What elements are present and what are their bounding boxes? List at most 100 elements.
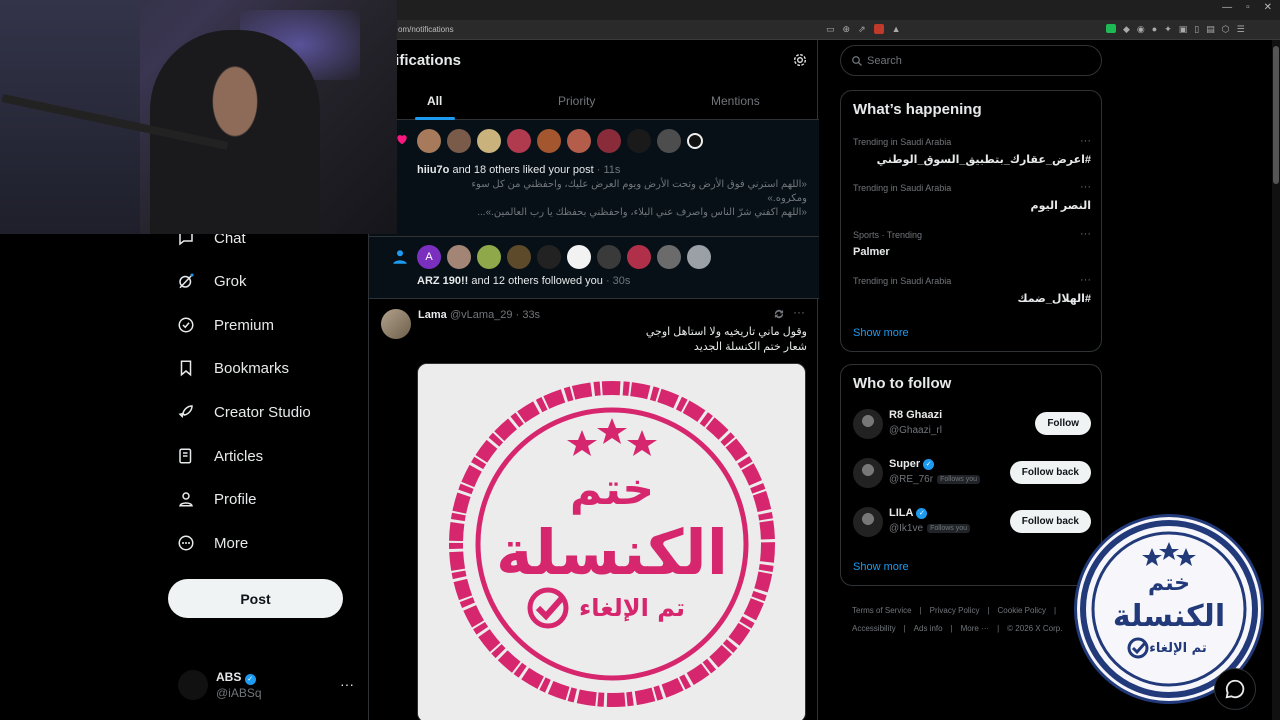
avatar[interactable] (567, 129, 591, 153)
footer-link[interactable]: More ··· (961, 624, 989, 633)
grok-explain-icon[interactable] (772, 307, 786, 321)
avatar[interactable] (627, 129, 651, 153)
search-input[interactable] (867, 53, 1087, 69)
trend-more-icon[interactable]: ··· (1080, 274, 1091, 286)
avatar[interactable] (627, 245, 651, 269)
follow-back-button[interactable]: Follow back (1009, 461, 1091, 484)
extension-box-icon[interactable]: ▣ (1179, 24, 1188, 35)
sidebar-toggle-icon[interactable]: ▯ (1194, 24, 1199, 35)
footer-link[interactable]: Accessibility (852, 624, 896, 633)
sidebar-item-premium[interactable]: Premium (176, 315, 274, 335)
messages-floating-button[interactable] (1214, 668, 1256, 710)
brave-shield-icon[interactable] (873, 24, 884, 36)
footer-link[interactable]: Ads info (914, 624, 943, 633)
cast-icon[interactable]: ▭ (826, 24, 835, 36)
sidebar-item-grok[interactable]: Grok (176, 271, 247, 291)
sidebar-item-more[interactable]: More (176, 533, 248, 553)
avatar[interactable] (853, 458, 883, 488)
trend-item[interactable]: Sports · Trending ··· Palmer (853, 228, 1091, 270)
scrollbar-thumb[interactable] (1273, 46, 1279, 184)
follow-show-more-link[interactable]: Show more (853, 561, 909, 573)
maximize-button[interactable]: ▫ (1246, 2, 1250, 13)
sidebar-item-bookmarks[interactable]: Bookmarks (176, 358, 289, 378)
footer-separator: | (950, 624, 953, 633)
avatar[interactable] (447, 129, 471, 153)
post-button[interactable]: Post (168, 579, 343, 618)
footer-link[interactable]: Cookie Policy (998, 606, 1046, 615)
bookmark-icon (176, 358, 196, 378)
avatar[interactable]: A (417, 245, 441, 269)
sidebar-item-articles[interactable]: Articles (176, 446, 263, 466)
tweet-time[interactable]: · 33s (513, 309, 540, 321)
avatar[interactable] (507, 129, 531, 153)
extension-diamond-icon[interactable]: ◆ (1123, 24, 1130, 35)
like-notification[interactable]: hiiu7o and 18 others liked your post · 1… (369, 120, 819, 237)
liker-name[interactable]: hiiu7o (417, 164, 449, 176)
extension-wave-icon[interactable]: ◉ (1137, 24, 1145, 35)
sidebar-item-profile[interactable]: Profile (176, 489, 257, 509)
vpn-icon[interactable]: ⬡ (1222, 24, 1230, 35)
trend-more-icon[interactable]: ··· (1080, 135, 1091, 147)
avatar[interactable] (537, 129, 561, 153)
avatar[interactable] (477, 245, 501, 269)
tweet-more-icon[interactable]: ··· (793, 305, 805, 319)
tab-priority[interactable]: Priority (558, 94, 595, 108)
tweet-author-name[interactable]: Lama (418, 309, 447, 321)
menu-icon[interactable]: ☰ (1237, 24, 1245, 35)
follow-suggestion[interactable]: Super ✓ @RE_76r Follows you Follow back (853, 456, 1091, 492)
avatar[interactable] (381, 309, 411, 339)
avatar[interactable] (687, 133, 703, 149)
liked-post-preview[interactable]: «اللهم استرني فوق الأرض وتحت الأرض ويوم … (417, 178, 807, 220)
footer-separator: | (903, 624, 906, 633)
avatar[interactable] (597, 245, 621, 269)
avatar[interactable] (507, 245, 531, 269)
settings-gear-icon[interactable] (792, 52, 808, 68)
minimize-button[interactable]: — (1222, 2, 1232, 13)
avatar[interactable] (417, 129, 441, 153)
follow-notification-time: · 30s (602, 275, 631, 287)
trends-show-more-link[interactable]: Show more (853, 327, 909, 339)
page-scrollbar[interactable] (1272, 40, 1280, 720)
extension-puzzle-icon[interactable]: ✦ (1164, 24, 1172, 35)
tab-all[interactable]: All (427, 94, 442, 108)
tab-mentions[interactable]: Mentions (711, 94, 760, 108)
follow-notification[interactable]: A ARZ 190!! and 12 others followed you ·… (369, 237, 819, 299)
trend-more-icon[interactable]: ··· (1080, 228, 1091, 240)
follow-back-button[interactable]: Follow back (1009, 510, 1091, 533)
rewards-icon[interactable]: ▲ (892, 24, 901, 36)
extension-circle-icon[interactable]: ● (1152, 24, 1157, 35)
zoom-icon[interactable]: ⊕ (843, 24, 851, 36)
avatar[interactable] (477, 129, 501, 153)
avatar[interactable] (567, 245, 591, 269)
footer-link[interactable]: Terms of Service (852, 606, 912, 615)
trend-item[interactable]: Trending in Saudi Arabia ··· #الهلال_ضمك (853, 274, 1091, 316)
follow-button[interactable]: Follow (1035, 412, 1091, 435)
url-text[interactable]: om/notifications (398, 25, 454, 34)
follow-suggestion[interactable]: LILA ✓ @Ik1ve Follows you Follow back (853, 505, 1091, 541)
avatar[interactable] (447, 245, 471, 269)
extension-green-icon[interactable] (1106, 24, 1116, 35)
close-button[interactable]: ✕ (1264, 2, 1272, 13)
avatar[interactable] (537, 245, 561, 269)
sidebar-item-creator-studio[interactable]: Creator Studio (176, 402, 311, 422)
follow-suggestion[interactable]: R8 Ghaazi @Ghaazi_rl Follow (853, 407, 1091, 443)
trend-item[interactable]: Trending in Saudi Arabia ··· #اعرض_عقارك… (853, 135, 1091, 177)
account-more-icon[interactable]: ··· (340, 676, 354, 692)
search-box[interactable] (840, 45, 1102, 76)
trend-item[interactable]: Trending in Saudi Arabia ··· النصر اليوم (853, 181, 1091, 223)
footer-link[interactable]: Privacy Policy (930, 606, 980, 615)
avatar[interactable] (853, 409, 883, 439)
tweet[interactable]: Lama @vLama_29 · 33s ··· وقول ماني تاريخ… (369, 299, 819, 720)
avatar[interactable] (687, 245, 711, 269)
avatar[interactable] (853, 507, 883, 537)
trend-more-icon[interactable]: ··· (1080, 181, 1091, 193)
avatar[interactable] (657, 245, 681, 269)
tweet-media-image[interactable]: ختم الكنسلة تم الإلغاء (417, 363, 806, 720)
avatar[interactable] (657, 129, 681, 153)
share-icon[interactable]: ⇗ (858, 24, 866, 36)
account-switcher[interactable]: ABS ✓ @iABSq ··· (178, 668, 358, 708)
wallet-icon[interactable]: ▤ (1206, 24, 1215, 35)
avatar[interactable] (597, 129, 621, 153)
follower-name[interactable]: ARZ 190!! (417, 275, 468, 287)
tweet-author-handle[interactable]: @vLama_29 (450, 309, 513, 321)
